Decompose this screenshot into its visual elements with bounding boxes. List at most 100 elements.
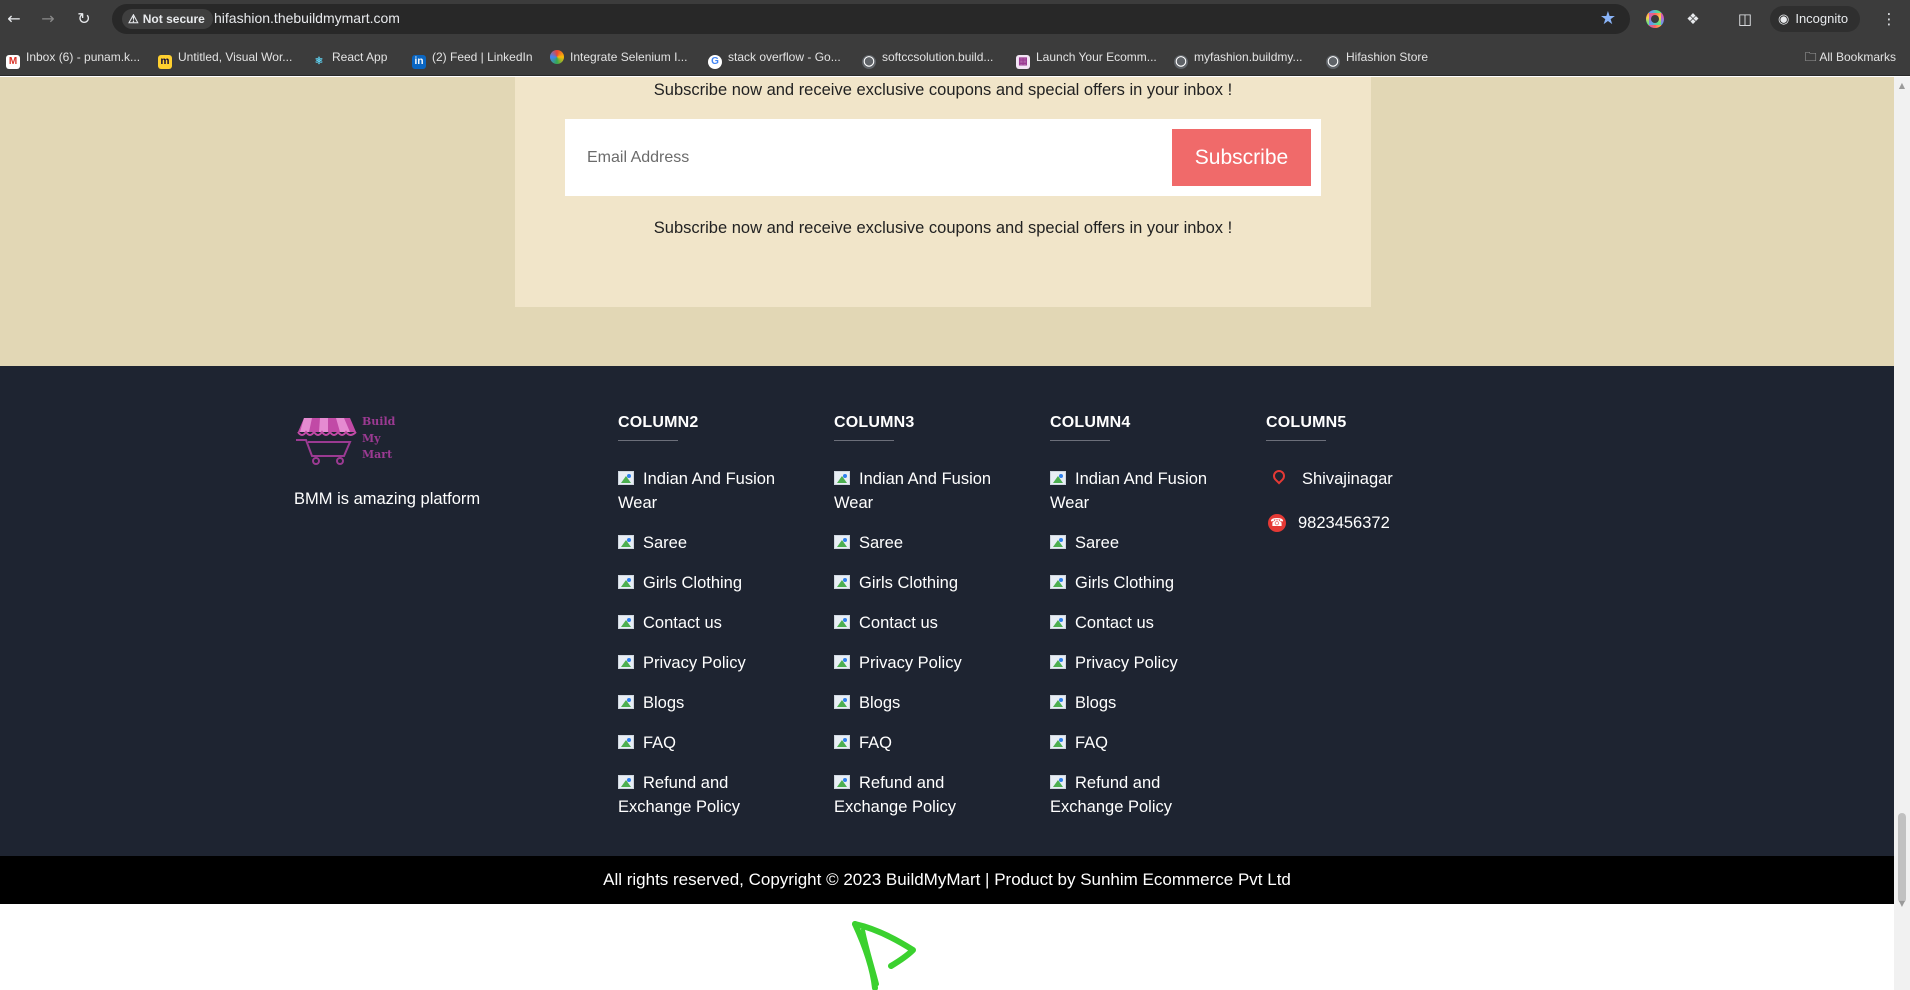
store-icon: ▦ (1016, 55, 1030, 69)
bookmark-item[interactable]: ▦ Launch Your Ecomm... (1016, 48, 1157, 69)
bookmark-item[interactable]: in (2) Feed | LinkedIn (412, 48, 533, 69)
bookmark-item[interactable]: ◯ Hifashion Store (1326, 48, 1428, 69)
broken-image-icon (1050, 695, 1066, 709)
incognito-badge[interactable]: ◉ Incognito (1770, 6, 1861, 32)
footer-link[interactable]: Refund and Exchange Policy (1050, 771, 1230, 819)
reload-icon[interactable]: ↻ (72, 7, 96, 31)
scroll-up-arrow-icon[interactable]: ▲ (1897, 81, 1907, 90)
email-input[interactable] (565, 119, 1165, 196)
footer-link[interactable]: Girls Clothing (834, 571, 1014, 595)
logo-wordmark: Build My Mart (362, 415, 396, 461)
broken-image-icon (618, 695, 634, 709)
bookmark-item[interactable]: M Inbox (6) - punam.k... (6, 48, 140, 69)
column-title: COLUMN5 (1266, 414, 1347, 431)
all-bookmarks-button[interactable]: 🗀 All Bookmarks (1805, 48, 1896, 69)
broken-image-icon (1050, 775, 1066, 789)
linkedin-icon: in (412, 55, 426, 69)
forward-arrow-icon[interactable]: → (36, 7, 60, 31)
broken-image-icon (618, 655, 634, 669)
bookmark-item[interactable]: Integrate Selenium I... (550, 48, 687, 66)
footer-link[interactable]: Indian And Fusion Wear (834, 467, 1014, 515)
footer-link[interactable]: Saree (1050, 531, 1230, 555)
footer-link[interactable]: Privacy Policy (618, 651, 798, 675)
footer-link[interactable]: Girls Clothing (1050, 571, 1230, 595)
location-pin-icon (1272, 470, 1286, 488)
broken-image-icon (834, 575, 850, 589)
brand-logo[interactable]: Build My Mart (294, 414, 404, 466)
footer-link[interactable]: Saree (834, 531, 1014, 555)
column-divider (834, 440, 894, 441)
broken-image-icon (834, 775, 850, 789)
footer-column-5: COLUMN5 Shivajinagar ☎ 9823456372 (1266, 414, 1446, 555)
footer-link[interactable]: Refund and Exchange Policy (618, 771, 798, 819)
bookmark-item[interactable]: ⚛ React App (312, 48, 387, 69)
newsletter-box: Subscribe now and receive exclusive coup… (515, 77, 1371, 307)
broken-image-icon (834, 615, 850, 629)
address-item: Shivajinagar (1266, 467, 1446, 491)
extension-color-icon[interactable] (1646, 10, 1664, 28)
shop-cart-logo-icon (296, 418, 357, 465)
newsletter-form: Subscribe (565, 119, 1321, 196)
bookmark-item[interactable]: ◯ softccsolution.build... (862, 48, 993, 69)
footer-link[interactable]: Contact us (1050, 611, 1230, 635)
broken-image-icon (618, 735, 634, 749)
subscribe-button[interactable]: Subscribe (1172, 129, 1311, 186)
broken-image-icon (834, 735, 850, 749)
react-icon: ⚛ (312, 55, 326, 69)
address-bar[interactable]: ⚠ Not secure hifashion.thebuildmymart.com… (112, 4, 1630, 34)
copyright-bar: All rights reserved, Copyright © 2023 Bu… (0, 856, 1894, 904)
broken-image-icon (1050, 535, 1066, 549)
security-chip[interactable]: ⚠ Not secure (122, 9, 213, 29)
bookmark-item[interactable]: Gstack overflow - Go... (708, 48, 841, 69)
scroll-thumb[interactable] (1898, 813, 1906, 903)
column-title: COLUMN4 (1050, 414, 1131, 431)
broken-image-icon (618, 615, 634, 629)
bookmark-item[interactable]: m Untitled, Visual Wor... (158, 48, 292, 69)
newsletter-text-top: Subscribe now and receive exclusive coup… (653, 81, 1233, 99)
contact-info: Shivajinagar ☎ 9823456372 (1266, 467, 1446, 535)
newsletter-section: Subscribe now and receive exclusive coup… (0, 77, 1894, 366)
footer-link[interactable]: Blogs (1050, 691, 1230, 715)
scroll-down-arrow-icon[interactable]: ▼ (1897, 899, 1907, 908)
footer-link[interactable]: Refund and Exchange Policy (834, 771, 1014, 819)
column-title: COLUMN2 (618, 414, 699, 431)
miro-icon: m (158, 55, 172, 69)
footer-link[interactable]: Privacy Policy (834, 651, 1014, 675)
globe-icon: ◯ (1326, 55, 1340, 69)
broken-image-icon (1050, 471, 1066, 485)
broken-image-icon (1050, 615, 1066, 629)
bookmark-star-icon[interactable]: ★ (1600, 8, 1616, 29)
footer-link[interactable]: Contact us (834, 611, 1014, 635)
phone-icon: ☎ (1268, 514, 1286, 532)
footer-link[interactable]: Saree (618, 531, 798, 555)
page-scrollbar[interactable]: ▲ ▼ (1894, 77, 1910, 990)
footer-tagline: BMM is amazing platform (294, 490, 481, 508)
footer-link[interactable]: FAQ (1050, 731, 1230, 755)
footer-link[interactable]: Indian And Fusion Wear (618, 467, 798, 515)
back-arrow-icon[interactable]: ← (2, 7, 26, 31)
annotation-arrow-icon (852, 921, 916, 990)
incognito-icon: ◉ (1778, 11, 1790, 26)
broken-image-icon (618, 535, 634, 549)
extensions-puzzle-icon[interactable]: ❖ (1682, 8, 1704, 30)
bookmark-item[interactable]: ◯ myfashion.buildmy... (1174, 48, 1303, 69)
footer-link[interactable]: Privacy Policy (1050, 651, 1230, 675)
side-panel-icon[interactable]: ◫ (1734, 8, 1756, 30)
column-title: COLUMN3 (834, 414, 915, 431)
footer-link[interactable]: Girls Clothing (618, 571, 798, 595)
menu-kebab-icon[interactable]: ⋮ (1878, 8, 1900, 30)
footer-link[interactable]: Blogs (618, 691, 798, 715)
phone-item[interactable]: ☎ 9823456372 (1266, 511, 1446, 535)
footer-link[interactable]: Indian And Fusion Wear (1050, 467, 1230, 515)
column-divider (1050, 440, 1110, 441)
globe-icon: ◯ (1174, 55, 1188, 69)
footer-link[interactable]: Blogs (834, 691, 1014, 715)
footer-link[interactable]: Contact us (618, 611, 798, 635)
column-divider (618, 440, 678, 441)
broken-image-icon (618, 575, 634, 589)
chrome-icon (550, 50, 564, 64)
url-text[interactable]: hifashion.thebuildmymart.com (214, 10, 400, 26)
footer-link[interactable]: FAQ (834, 731, 1014, 755)
broken-image-icon (834, 535, 850, 549)
footer-link[interactable]: FAQ (618, 731, 798, 755)
